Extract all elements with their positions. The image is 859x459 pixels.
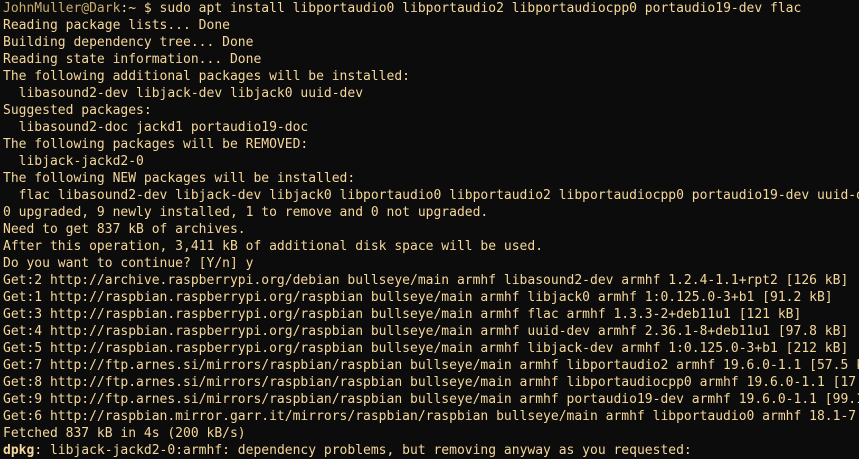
output-line: 0 upgraded, 9 newly installed, 1 to remo… [3,205,489,220]
output-line: Get:6 http://raspbian.mirror.garr.it/mir… [3,409,859,424]
output-line: Get:7 http://ftp.arnes.si/mirrors/raspbi… [3,358,859,373]
output-line: Need to get 837 kB of archives. [3,222,246,237]
output-line: Do you want to continue? [Y/n] y [3,256,254,271]
output-line: libjack-jackd2-0 [3,154,144,169]
output-line: Get:1 http://raspbian.raspberrypi.org/ra… [3,290,833,305]
output-line: After this operation, 3,411 kB of additi… [3,239,544,254]
output-line: Reading package lists... Done [3,18,230,33]
terminal-window[interactable]: JohnMuller@Dark:~ $ sudo apt install lib… [0,0,859,459]
output-line: Get:3 http://raspbian.raspberrypi.org/ra… [3,307,802,322]
output-line: Suggested packages: [3,103,152,118]
output-line: Get:9 http://ftp.arnes.si/mirrors/raspbi… [3,392,859,407]
prompt-path-symbol: :~ $ [120,1,160,16]
output-line: libasound2-dev libjack-dev libjack0 uuid… [3,86,364,101]
output-line: Get:2 http://archive.raspberrypi.org/deb… [3,273,849,288]
output-line: Building dependency tree... Done [3,35,254,50]
output-line: The following additional packages will b… [3,69,410,84]
command-text: sudo apt install libportaudio0 libportau… [159,1,802,16]
prompt-line: JohnMuller@Dark:~ $ sudo apt install lib… [3,0,859,17]
output-line: flac libasound2-dev libjack-dev libjack0… [3,188,859,203]
dpkg-line: dpkg: libjack-jackd2-0:armhf: dependency… [3,442,859,459]
output-line: Reading state information... Done [3,52,262,67]
dpkg-message: : libjack-jackd2-0:armhf: dependency pro… [34,443,692,458]
output-line: Get:5 http://raspbian.raspberrypi.org/ra… [3,341,849,356]
output-line: Fetched 837 kB in 4s (200 kB/s) [3,426,246,441]
output-line: Get:4 http://raspbian.raspberrypi.org/ra… [3,324,849,339]
output-line: The following NEW packages will be insta… [3,171,356,186]
output-line: Get:8 http://ftp.arnes.si/mirrors/raspbi… [3,375,859,390]
prompt-user-host: JohnMuller@Dark [3,1,121,16]
dpkg-prefix: dpkg [3,443,35,458]
output-line: The following packages will be REMOVED: [3,137,309,152]
output-line: libasound2-doc jackd1 portaudio19-doc [3,120,309,135]
